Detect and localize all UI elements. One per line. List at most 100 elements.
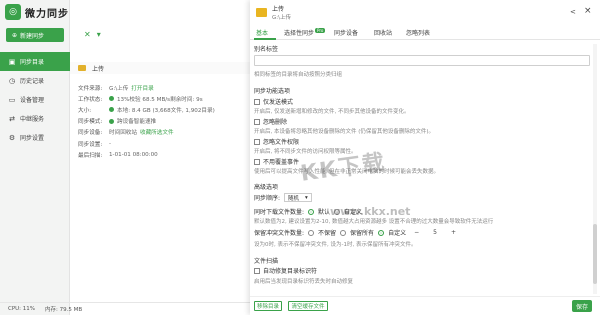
radio-label: 默认 <box>318 209 331 216</box>
detail-text: - <box>109 140 112 147</box>
status-dot-icon <box>109 96 114 102</box>
detail-row: 大小: 本地: 8.4 GB (3,668文件, 1,902目录) <box>78 104 248 115</box>
keep-stepper[interactable]: − 5 + <box>410 229 460 236</box>
detail-key: 同步模式: <box>78 119 103 126</box>
checkbox[interactable] <box>254 138 260 145</box>
radio-default[interactable] <box>308 208 315 215</box>
checkbox[interactable] <box>254 158 260 165</box>
keep-value[interactable]: 5 <box>433 229 437 236</box>
panel-path: G:\上传 <box>272 15 291 21</box>
option-ignore-permissions[interactable]: 忽略文件权限 <box>254 137 299 146</box>
radio-label: 自定义 <box>388 230 407 237</box>
panel-tabs: 基本 选择性同步 Pro 同步设备 回收站 忽略列表 <box>250 26 600 40</box>
detail-key: 同步设置: <box>78 141 103 148</box>
alias-label: 别名标签 <box>254 46 279 53</box>
alias-desc: 相同标签的目录将自动按照分类归组 <box>254 72 343 78</box>
status-dot-icon <box>109 107 114 113</box>
plus-icon[interactable]: + <box>451 229 456 236</box>
order-value: 随机 <box>288 195 300 202</box>
option-label: 自动修复目录标识符 <box>263 268 318 275</box>
tab-ignore-list[interactable]: 忽略列表 <box>406 28 430 37</box>
tab-label: 选择性同步 <box>284 30 315 37</box>
collect-files-link[interactable]: 收藏所选文件 <box>140 128 174 136</box>
sidebar-item-label: 设备管理 <box>20 97 45 104</box>
order-select[interactable]: 随机 ▾ <box>284 193 312 202</box>
option-desc: 开启后, 本设备将忽略其他设备删除的文件 (仍保留其他设备删除的文件)。 <box>254 129 435 135</box>
detail-row: 文件来源: G:\上传 打开目录 <box>78 82 248 93</box>
detail-row: 同步设置: - <box>78 138 248 149</box>
radio-label: 保留所有 <box>350 230 375 237</box>
clear-cache-button[interactable]: 清空缓存文件 <box>288 301 328 311</box>
sidebar-item-label: 历史记录 <box>20 78 45 85</box>
keep-label: 保留冲突文件数量: <box>254 230 305 237</box>
concurrent-label: 同时下载文件数量: <box>254 209 305 216</box>
plus-icon: ⊕ <box>12 31 18 39</box>
tab-sync-devices[interactable]: 同步设备 <box>334 28 358 37</box>
close-icon[interactable]: × <box>584 6 592 16</box>
sidebar-item-sync-folders[interactable]: ▣ 同步目录 <box>0 52 70 71</box>
option-no-fsync[interactable]: 不用覆盖事件 <box>254 157 299 166</box>
relay-icon: ⇄ <box>9 114 15 123</box>
detail-key: 大小: <box>78 107 92 114</box>
checkbox[interactable] <box>254 267 260 274</box>
radio-label: 不保留 <box>318 230 337 237</box>
sidebar-item-history[interactable]: ◷ 历史记录 <box>0 71 70 90</box>
scrollbar[interactable] <box>593 44 597 294</box>
radio-no-keep[interactable] <box>308 229 315 236</box>
tab-recycle-bin[interactable]: 回收站 <box>374 28 392 37</box>
open-folder-link[interactable]: 打开目录 <box>131 84 153 92</box>
option-label: 忽略文件权限 <box>263 139 300 146</box>
scan-title: 文件扫描 <box>254 258 279 265</box>
toolbar: ✕ ▾ <box>84 30 101 39</box>
tab-basic[interactable]: 基本 <box>256 28 268 37</box>
alias-input[interactable] <box>254 55 590 66</box>
folder-icon: ▣ <box>8 57 16 66</box>
sidebar-item-label: 同步目录 <box>20 59 45 66</box>
detail-text: 1-01-01 08:00:00 <box>109 151 158 158</box>
detail-value: 本地: 8.4 GB (3,668文件, 1,902目录) <box>109 106 215 114</box>
order-label: 同步顺序: <box>254 195 281 202</box>
save-button[interactable]: 保存 <box>572 300 592 312</box>
checkbox[interactable] <box>254 98 260 105</box>
option-ignore-delete[interactable]: 忽略删除 <box>254 117 287 126</box>
sidebar-item-label: 中继服务 <box>20 116 45 123</box>
sidebar-item-label: 同步设置 <box>20 135 45 142</box>
chevron-down-icon[interactable]: ▾ <box>97 30 101 39</box>
share-icon[interactable]: < <box>570 8 576 16</box>
detail-row: 工作状态: 13%校验 68.5 MB/s剩余时间: 9s <box>78 93 248 104</box>
folder-row[interactable]: 上传 <box>70 62 250 74</box>
detail-row: 最后扫描: 1-01-01 08:00:00 <box>78 149 248 160</box>
radio-keep-custom[interactable] <box>378 229 385 236</box>
watermark-url: www.kkx.net <box>330 205 411 218</box>
scroll-thumb[interactable] <box>593 224 597 284</box>
sidebar-item-relay[interactable]: ⇄ 中继服务 <box>0 109 70 128</box>
detail-value: 13%校验 68.5 MB/s剩余时间: 9s <box>109 95 203 103</box>
app-logo-icon: ◎ <box>5 4 21 20</box>
minus-icon[interactable]: − <box>414 229 419 236</box>
detail-row: 同步设备: 时间回收站 收藏所选文件 <box>78 127 248 138</box>
tools-icon[interactable]: ✕ <box>84 30 91 39</box>
panel-footer: 移除目录 清空缓存文件 保存 <box>250 296 600 315</box>
sidebar-item-devices[interactable]: ▭ 设备管理 <box>0 90 70 109</box>
detail-text: 时间回收站 <box>109 130 137 137</box>
active-tab-indicator <box>254 38 276 40</box>
detail-text: 跨设备智能速推 <box>117 119 157 126</box>
sidebar: ◎ 微力同步 ⊕ 新建同步 ▣ 同步目录 ◷ 历史记录 ▭ 设备管理 ⇄ 中继服… <box>0 0 70 315</box>
detail-key: 最后扫描: <box>78 152 103 159</box>
folder-details: 文件来源: G:\上传 打开目录 工作状态: 13%校验 68.5 MB/s剩余… <box>78 82 248 160</box>
detail-value: 跨设备智能速推 <box>109 117 156 125</box>
sidebar-item-settings[interactable]: ⚙ 同步设置 <box>0 128 70 147</box>
remove-folder-button[interactable]: 移除目录 <box>254 301 282 311</box>
option-send-only[interactable]: 仅发送模式 <box>254 97 293 106</box>
tab-selective-sync[interactable]: 选择性同步 Pro <box>284 28 326 37</box>
new-sync-button[interactable]: ⊕ 新建同步 <box>6 28 64 42</box>
checkbox[interactable] <box>254 118 260 125</box>
detail-text: G:\上传 <box>109 85 129 92</box>
option-auto-repair[interactable]: 自动修复目录标识符 <box>254 266 317 275</box>
keep-conflict-row: 保留冲突文件数量: 不保留 保留所有 自定义 − 5 + <box>254 228 460 237</box>
detail-text: 本地: 8.4 GB (3,668文件, 1,902目录) <box>117 107 215 114</box>
keep-desc: 设为0时, 表示不保留冲突文件, 设为-1时, 表示保留所有冲突文件。 <box>254 242 417 248</box>
func-options-title: 同步功能选项 <box>254 88 291 95</box>
cpu-usage: CPU: 11% <box>8 306 36 312</box>
radio-keep-all[interactable] <box>340 229 347 236</box>
